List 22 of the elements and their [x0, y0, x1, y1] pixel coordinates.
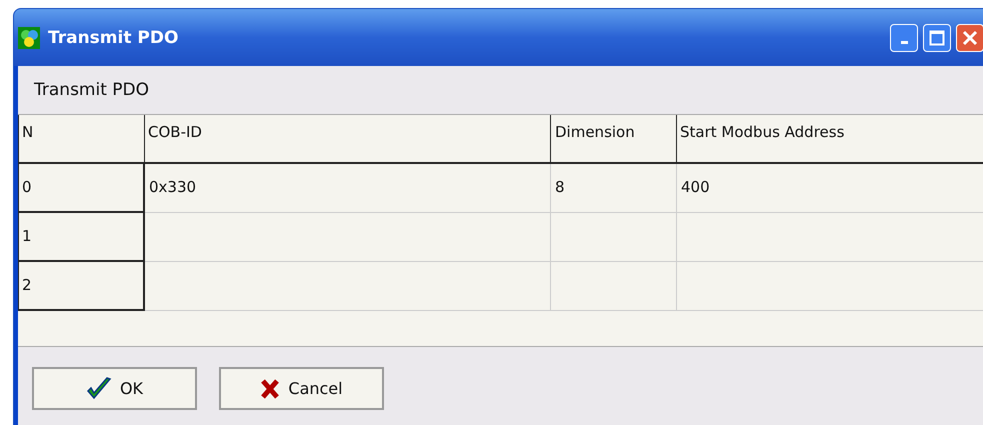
close-icon [962, 30, 978, 46]
column-header: Start Modbus Address [677, 115, 983, 164]
table-cell: 0x330 [145, 164, 551, 213]
window-title: Transmit PDO [48, 28, 178, 48]
row-header: 1 [18, 213, 145, 262]
table-cell: 400 [677, 164, 983, 213]
minimize-button[interactable] [890, 24, 918, 52]
column-header: N [18, 115, 145, 164]
maximize-button[interactable] [923, 24, 951, 52]
table-cell: 8 [551, 164, 677, 213]
row-header: 0 [18, 164, 145, 213]
panel-title: Transmit PDO [33, 79, 150, 102]
column-header: COB-ID [145, 115, 551, 164]
column-header: Dimension [551, 115, 677, 164]
cancel-button[interactable]: Cancel [219, 367, 384, 410]
maximize-icon [929, 30, 945, 46]
checkmark-icon [86, 376, 112, 400]
ok-button[interactable]: OK [32, 367, 197, 410]
close-button[interactable] [956, 24, 983, 52]
cross-icon [260, 378, 280, 400]
app-icon [18, 26, 40, 48]
minimize-icon [900, 41, 908, 44]
